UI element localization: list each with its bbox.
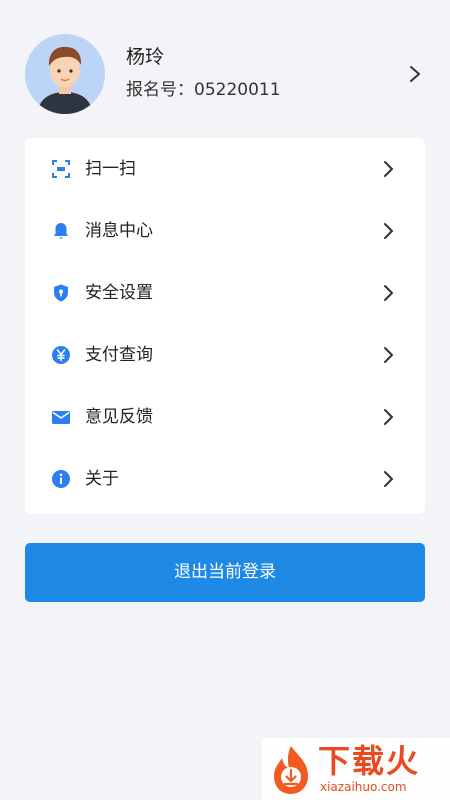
menu-item-security[interactable]: 安全设置 (25, 262, 425, 324)
watermark: 下载火 xiazaihuo.com (262, 738, 450, 800)
watermark-title: 下载火 (318, 742, 421, 780)
menu-item-scan[interactable]: 扫一扫 (25, 138, 425, 200)
menu-item-label: 安全设置 (85, 283, 153, 303)
chevron-right-icon (384, 223, 393, 239)
flame-logo-icon (274, 746, 308, 794)
logout-button[interactable]: 退出当前登录 (25, 543, 425, 602)
shield-icon (54, 284, 68, 302)
profile-header[interactable]: 杨玲 报名号：05220011 (0, 0, 450, 140)
menu-item-label: 意见反馈 (85, 407, 153, 427)
registration-number: 报名号：05220011 (126, 80, 281, 100)
menu-item-messages[interactable]: 消息中心 (25, 200, 425, 262)
avatar (25, 34, 105, 114)
menu-item-label: 扫一扫 (85, 159, 136, 179)
menu-item-feedback[interactable]: 意见反馈 (25, 386, 425, 448)
watermark-url: xiazaihuo.com (320, 780, 407, 794)
info-icon (52, 470, 70, 488)
menu-item-label: 关于 (85, 469, 119, 489)
profile-name: 杨玲 (126, 46, 165, 68)
chevron-right-icon (384, 409, 393, 425)
chevron-right-icon (384, 471, 393, 487)
chevron-right-icon[interactable] (405, 62, 425, 86)
chevron-right-icon (384, 347, 393, 363)
chevron-right-icon (384, 161, 393, 177)
mail-icon (52, 411, 70, 424)
menu-item-label: 支付查询 (85, 345, 153, 365)
avatar-illustration (25, 34, 105, 114)
bell-icon (54, 223, 68, 239)
chevron-right-icon (384, 285, 393, 301)
scan-icon (52, 160, 70, 178)
menu-item-payment-query[interactable]: 支付查询 (25, 324, 425, 386)
menu-item-about[interactable]: 关于 (25, 448, 425, 510)
menu-item-label: 消息中心 (85, 221, 153, 241)
menu-card: 扫一扫 消息中心 安全设置 支付查询 意见反馈 关于 (25, 138, 425, 514)
yen-icon (52, 346, 70, 364)
